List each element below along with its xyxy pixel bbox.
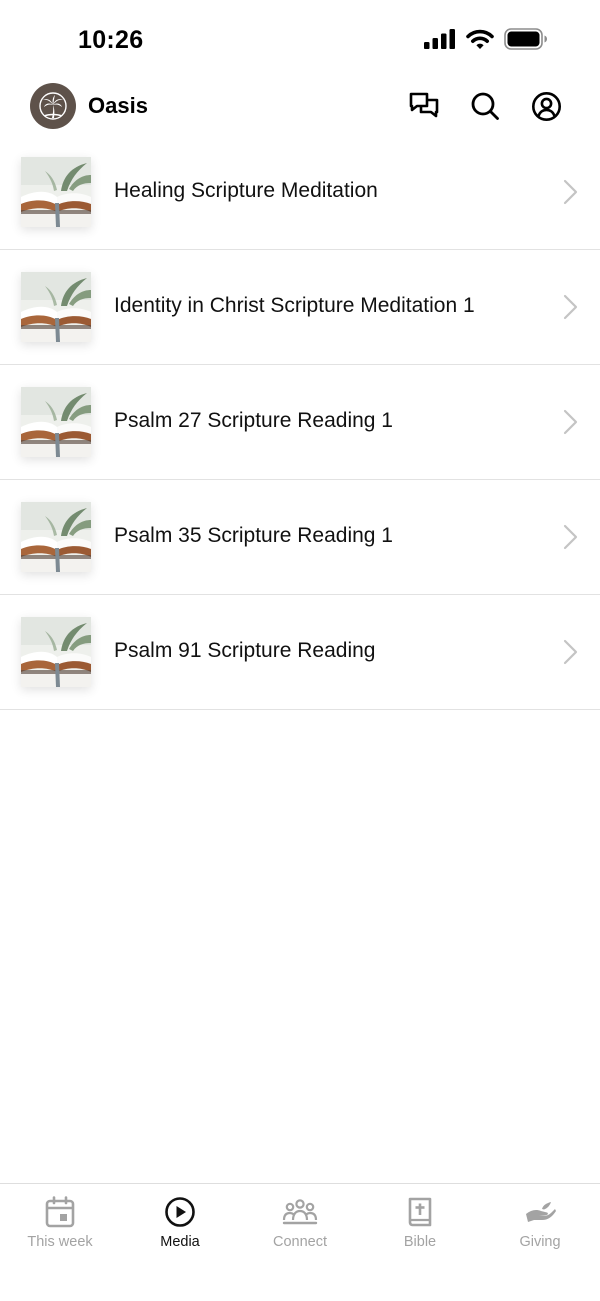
media-title: Identity in Christ Scripture Meditation … <box>114 294 475 317</box>
status-bar: 10:26 <box>0 0 600 80</box>
media-thumbnail <box>21 157 91 227</box>
list-item[interactable]: Psalm 35 Scripture Reading 1 <box>0 480 600 595</box>
media-list: Healing Scripture Meditation Identity in <box>0 135 600 710</box>
list-item[interactable]: Healing Scripture Meditation <box>0 135 600 250</box>
profile-icon <box>531 91 561 121</box>
chat-bubbles-icon <box>409 92 439 118</box>
play-circle-icon <box>162 1194 198 1230</box>
open-bible-image <box>21 387 91 457</box>
tab-bible[interactable]: Bible <box>360 1184 480 1301</box>
tab-label: Media <box>160 1234 200 1250</box>
media-title: Healing Scripture Meditation <box>114 179 378 202</box>
status-time: 10:26 <box>78 26 144 54</box>
palm-tree-icon <box>39 92 67 120</box>
media-title: Psalm 35 Scripture Reading 1 <box>114 524 393 547</box>
media-thumbnail <box>21 502 91 572</box>
list-item[interactable]: Identity in Christ Scripture Meditation … <box>0 250 600 365</box>
battery-icon <box>504 28 547 50</box>
media-title: Psalm 27 Scripture Reading 1 <box>114 409 393 432</box>
media-thumbnail <box>21 617 91 687</box>
chevron-right-icon <box>563 524 578 550</box>
search-button[interactable] <box>468 89 502 123</box>
bible-icon <box>402 1194 438 1230</box>
group-icon <box>282 1194 318 1230</box>
chevron-right-icon <box>563 294 578 320</box>
app-header: Oasis <box>0 80 600 136</box>
chevron-right-icon <box>563 179 578 205</box>
tab-label: Bible <box>403 1234 437 1250</box>
open-bible-image <box>21 617 91 687</box>
chevron-right-icon <box>563 409 578 435</box>
profile-button[interactable] <box>529 89 563 123</box>
wifi-icon <box>466 29 494 49</box>
open-bible-image <box>21 272 91 342</box>
calendar-icon <box>42 1194 78 1230</box>
chevron-right-icon <box>563 639 578 665</box>
tab-label: Giving <box>519 1234 561 1250</box>
media-title: Psalm 91 Scripture Reading <box>114 639 376 662</box>
list-item[interactable]: Psalm 91 Scripture Reading <box>0 595 600 710</box>
list-item[interactable]: Psalm 27 Scripture Reading 1 <box>0 365 600 480</box>
search-icon <box>471 92 499 120</box>
tab-this-week[interactable]: This week <box>0 1184 120 1301</box>
open-bible-image <box>21 157 91 227</box>
status-icons <box>424 28 548 50</box>
app-name: Oasis <box>88 93 148 118</box>
giving-hand-icon <box>522 1194 558 1230</box>
media-thumbnail <box>21 387 91 457</box>
app-logo[interactable] <box>30 83 76 129</box>
messages-button[interactable] <box>407 89 441 123</box>
tab-giving[interactable]: Giving <box>480 1184 600 1301</box>
tab-connect[interactable]: Connect <box>240 1184 360 1301</box>
tab-label: This week <box>27 1234 93 1250</box>
signal-icon <box>424 29 455 49</box>
tab-media[interactable]: Media <box>120 1184 240 1301</box>
open-bible-image <box>21 502 91 572</box>
tab-label: Connect <box>272 1234 327 1250</box>
bottom-tab-bar: This week Media Connect Bible Giving <box>0 1183 600 1301</box>
media-thumbnail <box>21 272 91 342</box>
